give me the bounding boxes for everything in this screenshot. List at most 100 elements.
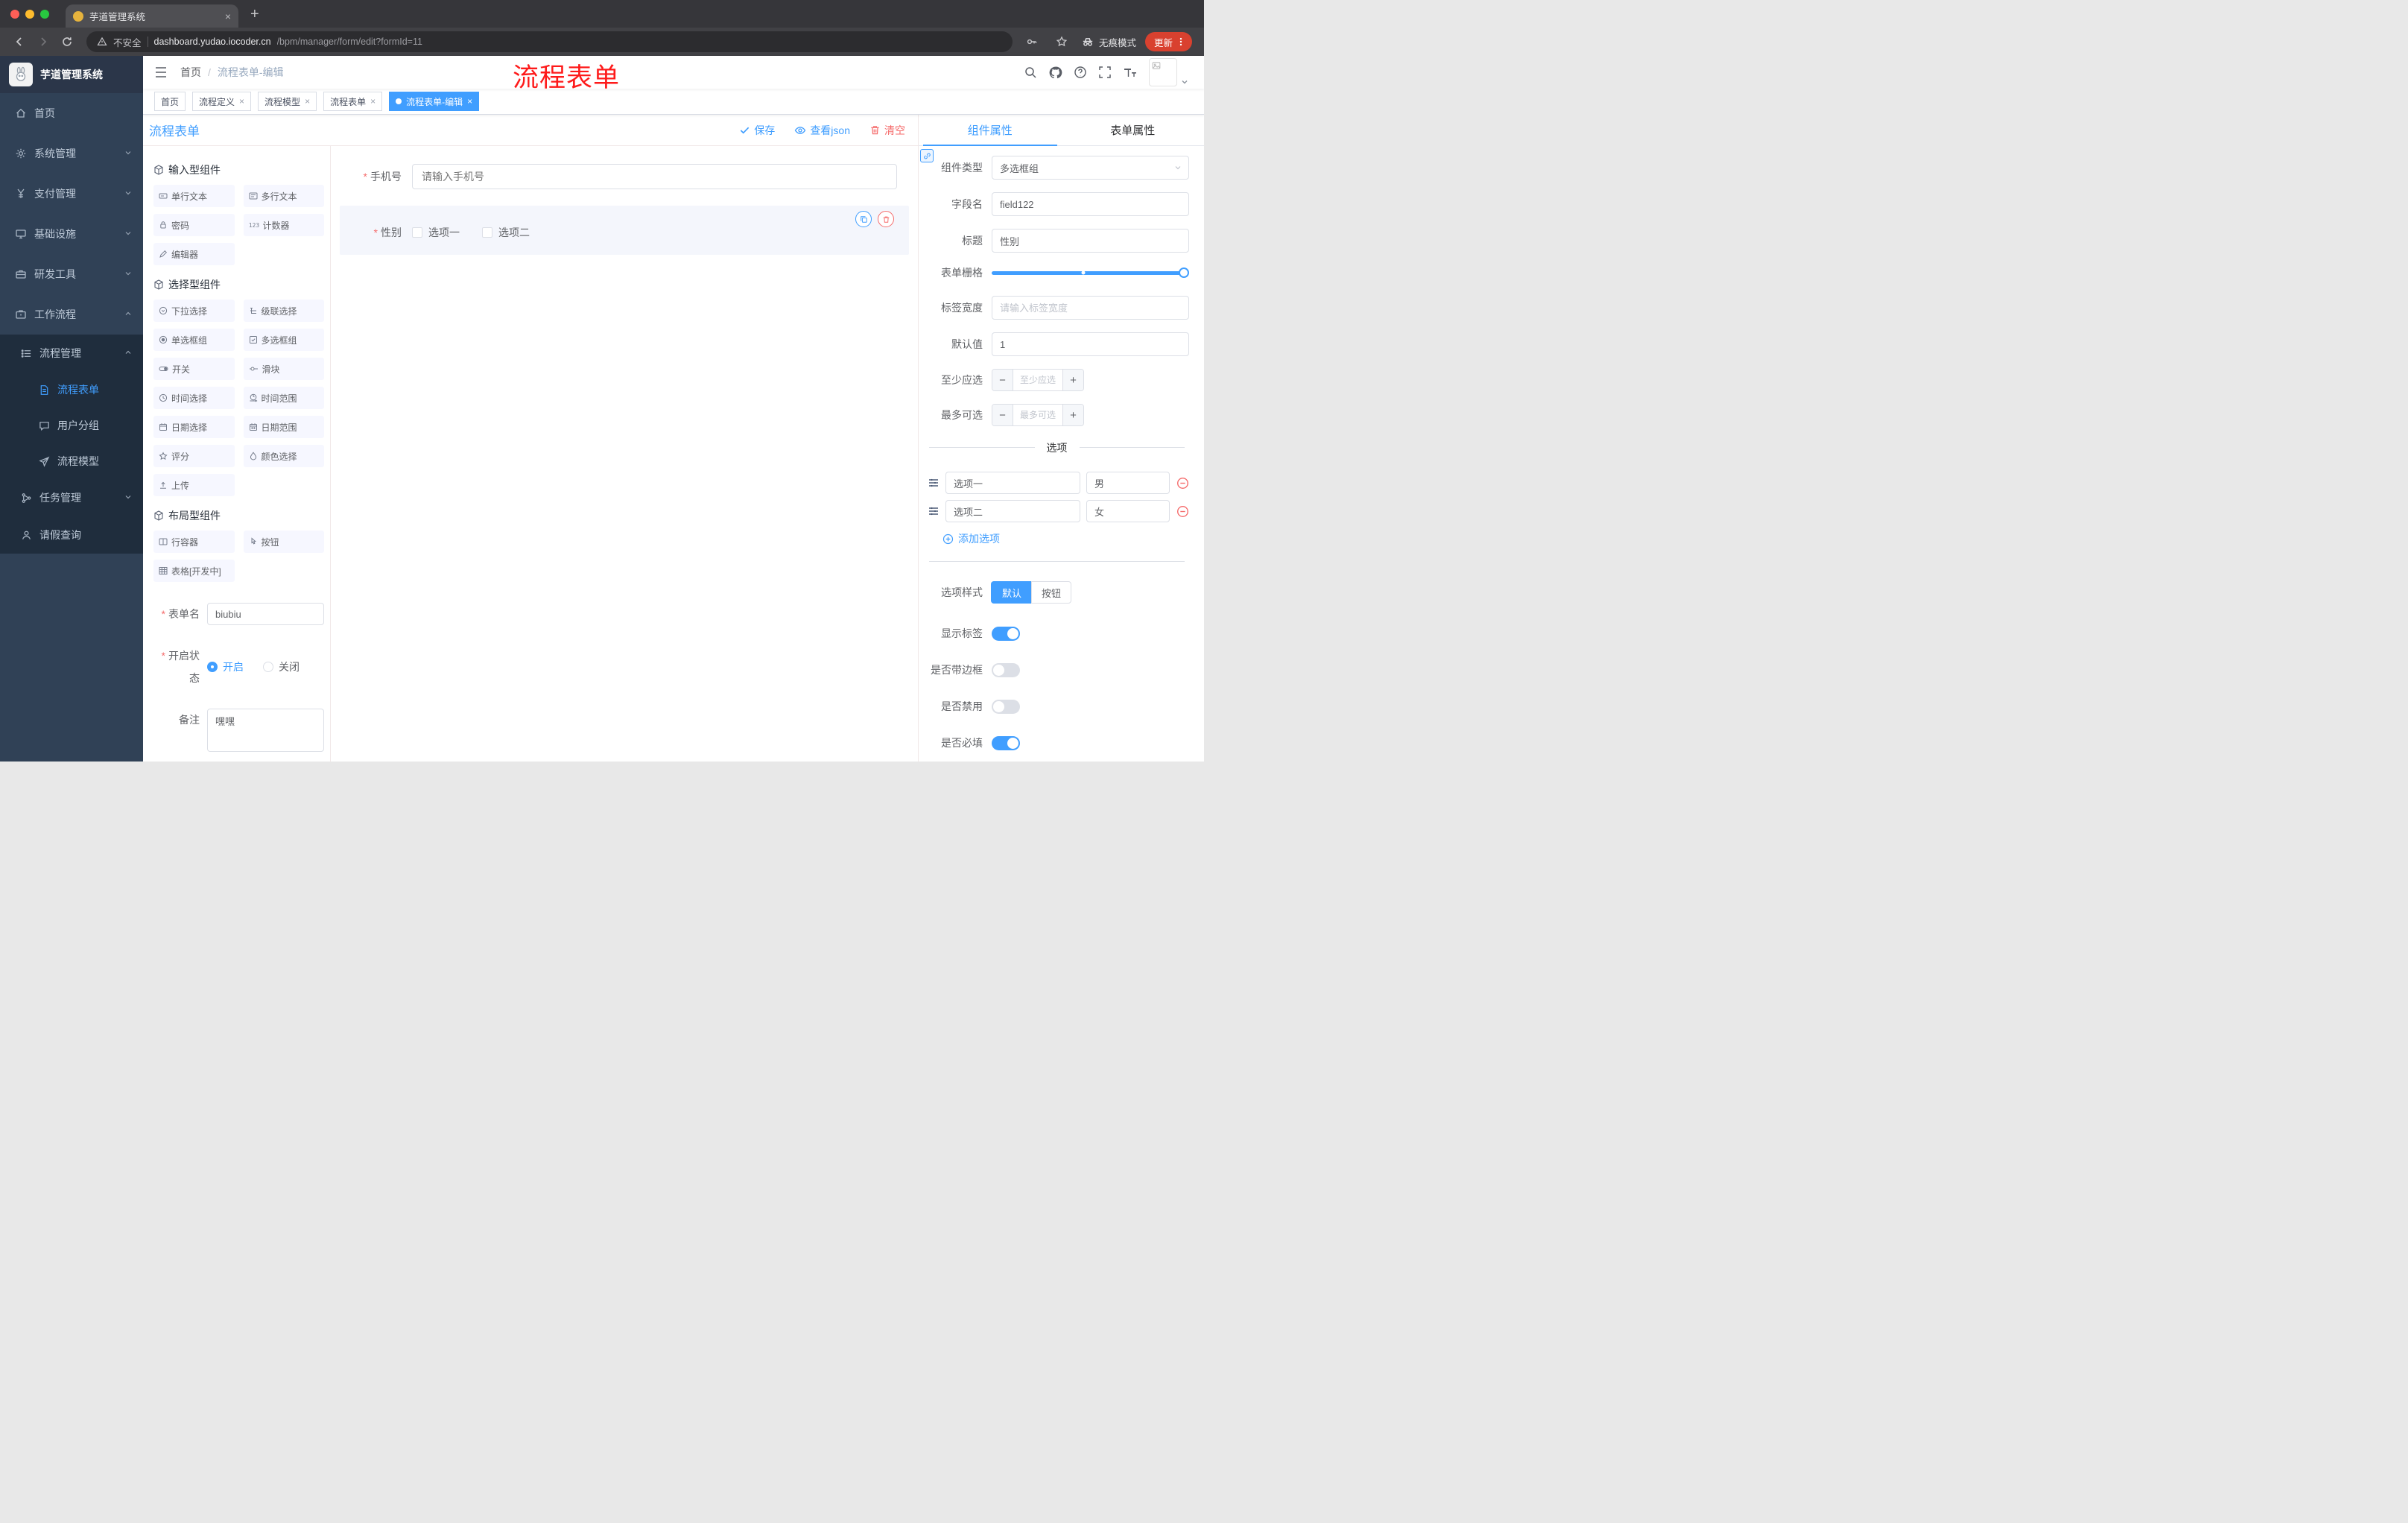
status-on-radio[interactable]: 开启 — [207, 659, 244, 674]
component-chip-table[interactable]: 表格[开发中] — [153, 560, 235, 582]
tag-home[interactable]: 首页 — [154, 92, 186, 111]
option-2-value-input[interactable] — [1086, 500, 1170, 522]
new-tab-button[interactable]: + — [250, 7, 259, 22]
tag-close-icon[interactable]: × — [467, 97, 472, 106]
canvas-item-gender-selected[interactable]: 性别 选项一 选项二 — [340, 206, 909, 255]
sidebar-item-workflow[interactable]: 工作流程 — [0, 294, 143, 335]
slider-handle[interactable] — [1179, 267, 1189, 278]
remove-option-button[interactable] — [1176, 504, 1189, 518]
component-chip-date-range[interactable]: 日期范围 — [243, 416, 324, 438]
browser-tab[interactable]: 芋道管理系统 × — [66, 4, 238, 28]
key-icon[interactable] — [1021, 31, 1042, 52]
logo[interactable]: 芋道管理系统 — [0, 56, 143, 93]
github-icon[interactable] — [1048, 66, 1062, 80]
tag-process-model[interactable]: 流程模型 × — [258, 92, 317, 111]
copy-item-button[interactable] — [855, 211, 872, 227]
field-name-input[interactable] — [992, 192, 1189, 216]
help-icon[interactable] — [1074, 66, 1087, 79]
sidebar-item-process-mgmt[interactable]: 流程管理 — [0, 335, 143, 372]
option-1-label-input[interactable] — [945, 472, 1080, 494]
sidebar-item-home[interactable]: 首页 — [0, 93, 143, 133]
component-chip-time-picker[interactable]: 时间选择 — [153, 387, 235, 409]
user-menu[interactable] — [1149, 58, 1189, 86]
option-2-label-input[interactable] — [945, 500, 1080, 522]
tag-close-icon[interactable]: × — [305, 97, 310, 106]
form-canvas[interactable]: 手机号 — [331, 146, 918, 762]
sidebar-item-process-form[interactable]: 流程表单 — [0, 372, 143, 408]
bookmark-star-icon[interactable] — [1051, 31, 1072, 52]
component-chip-textarea[interactable]: 多行文本 — [243, 185, 324, 207]
style-button-button[interactable]: 按钮 — [1031, 581, 1072, 604]
view-json-button[interactable]: 查看json — [794, 123, 850, 138]
component-type-select[interactable]: 多选框组 — [992, 156, 1189, 180]
canvas-item-phone[interactable]: 手机号 — [340, 156, 909, 197]
drag-handle-icon[interactable] — [928, 477, 940, 489]
grid-slider[interactable] — [992, 267, 1189, 278]
component-chip-single-line-text[interactable]: 单行文本 — [153, 185, 235, 207]
label-width-input[interactable] — [992, 296, 1189, 320]
tag-process-form[interactable]: 流程表单 × — [323, 92, 383, 111]
font-size-icon[interactable] — [1123, 66, 1138, 79]
component-chip-cascader[interactable]: 级联选择 — [243, 300, 324, 322]
component-chip-counter[interactable]: 123 计数器 — [243, 214, 324, 236]
tab-form-props[interactable]: 表单属性 — [1062, 115, 1205, 145]
title-input[interactable] — [992, 229, 1189, 253]
tab-close-icon[interactable]: × — [225, 11, 231, 22]
tab-component-props[interactable]: 组件属性 — [919, 115, 1062, 146]
max-select-input[interactable] — [1013, 405, 1062, 425]
sidebar-item-user-group[interactable]: 用户分组 — [0, 408, 143, 443]
disabled-toggle[interactable] — [992, 699, 1020, 714]
component-chip-upload[interactable]: 上传 — [153, 474, 235, 496]
decrease-button[interactable]: − — [992, 405, 1013, 425]
window-minimize-button[interactable] — [25, 9, 34, 19]
increase-button[interactable]: + — [1062, 405, 1083, 425]
increase-button[interactable]: + — [1062, 370, 1083, 390]
border-toggle[interactable] — [992, 662, 1020, 677]
component-chip-row-container[interactable]: 行容器 — [153, 531, 235, 553]
reload-icon[interactable] — [57, 31, 77, 52]
default-value-input[interactable] — [992, 332, 1189, 356]
add-option-button[interactable]: 添加选项 — [942, 531, 1000, 546]
sidebar-item-infra[interactable]: 基础设施 — [0, 214, 143, 254]
min-select-input[interactable] — [1013, 370, 1062, 390]
tag-close-icon[interactable]: × — [370, 97, 376, 106]
tag-process-form-edit[interactable]: 流程表单-编辑 × — [389, 92, 480, 111]
drag-handle-icon[interactable] — [928, 505, 940, 517]
remove-option-button[interactable] — [1176, 476, 1189, 490]
clear-button[interactable]: 清空 — [869, 123, 905, 138]
search-icon[interactable] — [1024, 66, 1037, 79]
window-zoom-button[interactable] — [40, 9, 49, 19]
sidebar-item-system[interactable]: 系统管理 — [0, 133, 143, 174]
delete-item-button[interactable] — [878, 211, 894, 227]
window-close-button[interactable] — [10, 9, 19, 19]
back-icon[interactable] — [9, 31, 30, 52]
sidebar-item-payment[interactable]: 支付管理 — [0, 174, 143, 214]
form-name-input[interactable] — [207, 603, 324, 625]
sidebar-item-devtools[interactable]: 研发工具 — [0, 254, 143, 294]
decrease-button[interactable]: − — [992, 370, 1013, 390]
component-chip-time-range[interactable]: 时间范围 — [243, 387, 324, 409]
status-off-radio[interactable]: 关闭 — [263, 659, 300, 674]
component-chip-slider[interactable]: 滑块 — [243, 358, 324, 380]
breadcrumb-home[interactable]: 首页 — [180, 65, 201, 80]
sidebar-item-task-mgmt[interactable]: 任务管理 — [0, 479, 143, 516]
fullscreen-icon[interactable] — [1098, 66, 1112, 79]
component-chip-checkbox-group[interactable]: 多选框组 — [243, 329, 324, 351]
update-button[interactable]: 更新 — [1144, 32, 1192, 51]
tag-process-definition[interactable]: 流程定义 × — [192, 92, 252, 111]
required-toggle[interactable] — [992, 735, 1020, 750]
component-chip-password[interactable]: 密码 — [153, 214, 235, 236]
component-chip-radio-group[interactable]: 单选框组 — [153, 329, 235, 351]
component-chip-editor[interactable]: 编辑器 — [153, 243, 235, 265]
component-chip-date-picker[interactable]: 日期选择 — [153, 416, 235, 438]
component-chip-rate[interactable]: 评分 — [153, 445, 235, 467]
show-label-toggle[interactable] — [992, 626, 1020, 641]
phone-input[interactable] — [412, 164, 897, 189]
style-default-button[interactable]: 默认 — [992, 581, 1033, 604]
sidebar-item-leave-query[interactable]: 请假查询 — [0, 516, 143, 554]
component-chip-color-picker[interactable]: 颜色选择 — [243, 445, 324, 467]
sidebar-item-process-model[interactable]: 流程模型 — [0, 443, 143, 479]
option-1-value-input[interactable] — [1086, 472, 1170, 494]
forward-icon[interactable] — [33, 31, 54, 52]
component-chip-select[interactable]: 下拉选择 — [153, 300, 235, 322]
